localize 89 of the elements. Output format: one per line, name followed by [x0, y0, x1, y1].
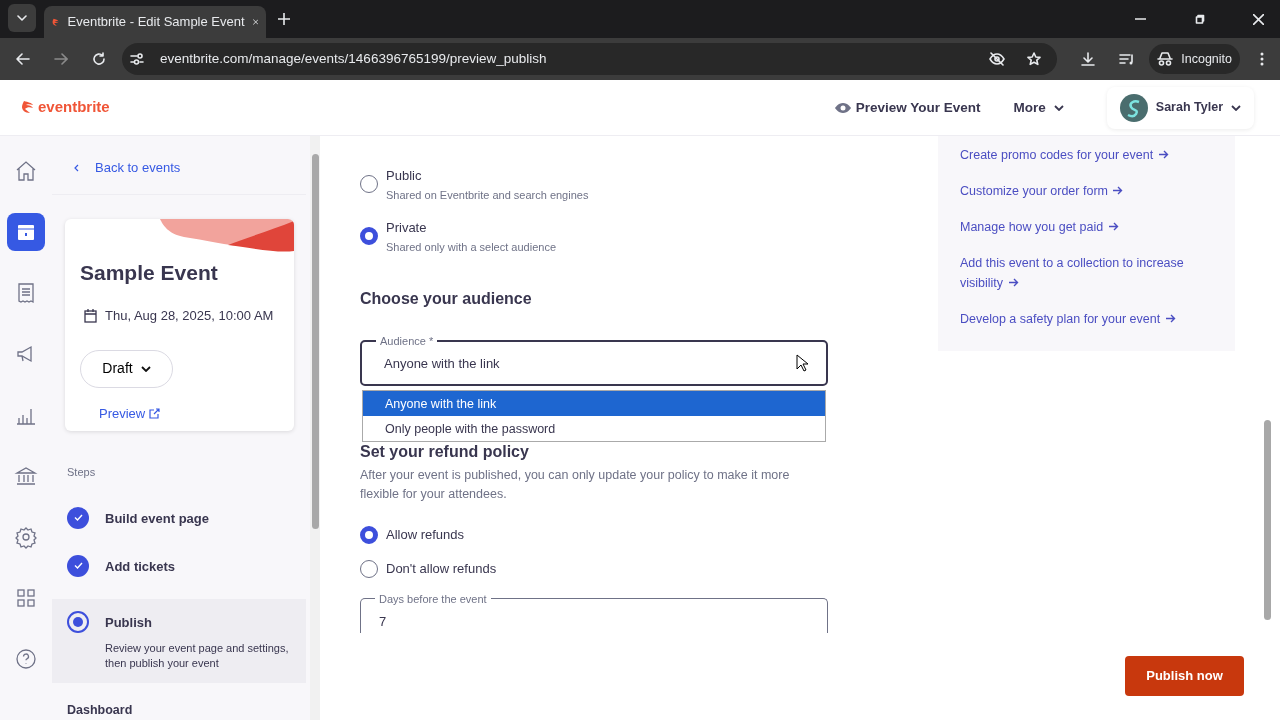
more-menu[interactable]: More — [1000, 90, 1077, 125]
field-value: 7 — [379, 613, 387, 632]
radio-option[interactable]: Public Shared on Eventbrite and search engines — [360, 168, 908, 204]
arrow-right-icon — [1108, 222, 1119, 232]
resource-link[interactable]: Develop a safety plan for your event — [960, 309, 1215, 330]
close-icon[interactable] — [1253, 13, 1264, 25]
steps-heading: Steps — [67, 465, 97, 481]
arrow-right-icon — [1113, 186, 1124, 196]
check-icon — [67, 554, 89, 577]
help-icon — [14, 647, 38, 672]
external-link-icon — [149, 408, 161, 420]
dashboard-heading: Dashboard — [67, 702, 134, 720]
resource-link[interactable]: Manage how you get paid — [960, 217, 1215, 238]
preview-link[interactable]: Preview Your Event — [833, 97, 981, 118]
option-label: Allow refunds — [386, 527, 465, 544]
resource-link[interactable]: Create promo codes for your event — [960, 145, 1215, 166]
step-label: Publish — [105, 613, 153, 632]
status-dropdown[interactable]: Draft — [80, 349, 173, 388]
arrow-right-icon — [1158, 150, 1169, 160]
radio-button[interactable] — [360, 526, 378, 545]
nav-rail-button[interactable] — [7, 213, 45, 252]
tab-title: Eventbrite - Edit Sample Event — [67, 13, 245, 32]
check-icon — [67, 506, 89, 529]
scrollbar-thumb[interactable] — [1264, 420, 1271, 621]
kebab-menu-icon[interactable] — [1260, 52, 1264, 66]
step-item[interactable]: Add tickets — [52, 542, 306, 589]
radio-option[interactable]: Allow refunds — [360, 526, 908, 545]
section-heading: Choose your audience — [360, 289, 533, 310]
radio-button[interactable] — [360, 560, 378, 579]
eye-slash-icon[interactable] — [989, 52, 1006, 66]
gear-icon — [14, 525, 38, 550]
option-description: Shared only with a select audience — [386, 239, 556, 255]
avatar-icon — [1119, 93, 1148, 122]
step-item[interactable]: Publish Review your event page and settings, then publish your event — [52, 598, 306, 684]
radio-button[interactable] — [360, 226, 378, 245]
event-preview-link[interactable]: Preview — [99, 403, 161, 424]
forward-icon[interactable] — [54, 53, 68, 65]
chevron-left-icon — [74, 164, 79, 173]
dropdown-option[interactable]: Only people with the password — [363, 416, 825, 442]
section-heading: Set your refund policy — [360, 442, 530, 463]
chevron-down-icon — [1231, 104, 1241, 111]
scrollbar-thumb[interactable] — [311, 154, 319, 530]
back-icon[interactable] — [16, 53, 30, 65]
url-text: eventbrite.com/manage/events/1466396765199/preview_publish — [160, 49, 548, 68]
resource-link[interactable]: Add this event to a collection to increase visibility — [960, 253, 1215, 294]
download-icon[interactable] — [1081, 52, 1096, 66]
reload-icon[interactable] — [92, 52, 106, 66]
flame-icon — [22, 100, 34, 116]
step-description: Review your event page and settings, then publish your event — [105, 641, 290, 672]
arrow-right-icon — [1008, 278, 1019, 288]
option-description: Shared on Eventbrite and search engines — [386, 188, 589, 204]
cursor-icon — [796, 354, 808, 373]
event-date: Thu, Aug 28, 2025, 10:00 AM — [105, 307, 274, 326]
dropdown-option[interactable]: Anyone with the link — [363, 391, 825, 417]
radio-button[interactable] — [360, 175, 378, 194]
home-icon — [14, 159, 38, 184]
restore-icon[interactable] — [1194, 13, 1205, 25]
address-bar[interactable]: eventbrite.com/manage/events/1466396765199/preview_publish — [122, 43, 1058, 75]
back-link[interactable]: Back to events — [52, 136, 306, 195]
calendar-icon — [84, 309, 97, 324]
tab-search-button[interactable] — [8, 4, 36, 32]
radio-option[interactable]: Don't allow refunds — [360, 560, 908, 579]
chevron-down-icon — [17, 15, 27, 21]
resource-link[interactable]: Customize your order form — [960, 181, 1215, 202]
option-label: Public — [386, 168, 423, 185]
step-label: Build event page — [105, 509, 210, 528]
playlist-icon[interactable] — [1119, 53, 1136, 65]
plus-icon[interactable] — [278, 13, 290, 25]
incognito-button[interactable]: Incognito — [1149, 44, 1240, 74]
chevron-down-icon — [1053, 104, 1064, 111]
field-label: Days before the event — [375, 592, 491, 607]
user-menu[interactable]: Sarah Tyler — [1106, 86, 1254, 129]
select-value: Anyone with the link — [384, 354, 500, 373]
radio-option[interactable]: Private Shared only with a select audience — [360, 219, 908, 256]
site-settings-icon[interactable] — [130, 53, 144, 65]
star-icon[interactable] — [1027, 52, 1042, 66]
eye-icon — [833, 101, 852, 114]
option-label: Private — [386, 219, 428, 236]
publish-button[interactable]: Publish now — [1125, 655, 1244, 696]
current-step-icon — [67, 610, 89, 633]
event-title: Sample Event — [79, 259, 219, 286]
step-item[interactable]: Build event page — [52, 494, 306, 541]
browser-tab[interactable]: Eventbrite - Edit Sample Event — [44, 6, 266, 38]
step-label: Add tickets — [105, 557, 176, 576]
chevron-down-icon — [140, 365, 151, 372]
arrow-right-icon — [1165, 314, 1176, 324]
option-label: Don't allow refunds — [386, 561, 497, 578]
incognito-icon — [1157, 52, 1174, 66]
refund-note: After your event is published, you can only update your policy to make it more flexible for your attendees. — [360, 467, 791, 504]
